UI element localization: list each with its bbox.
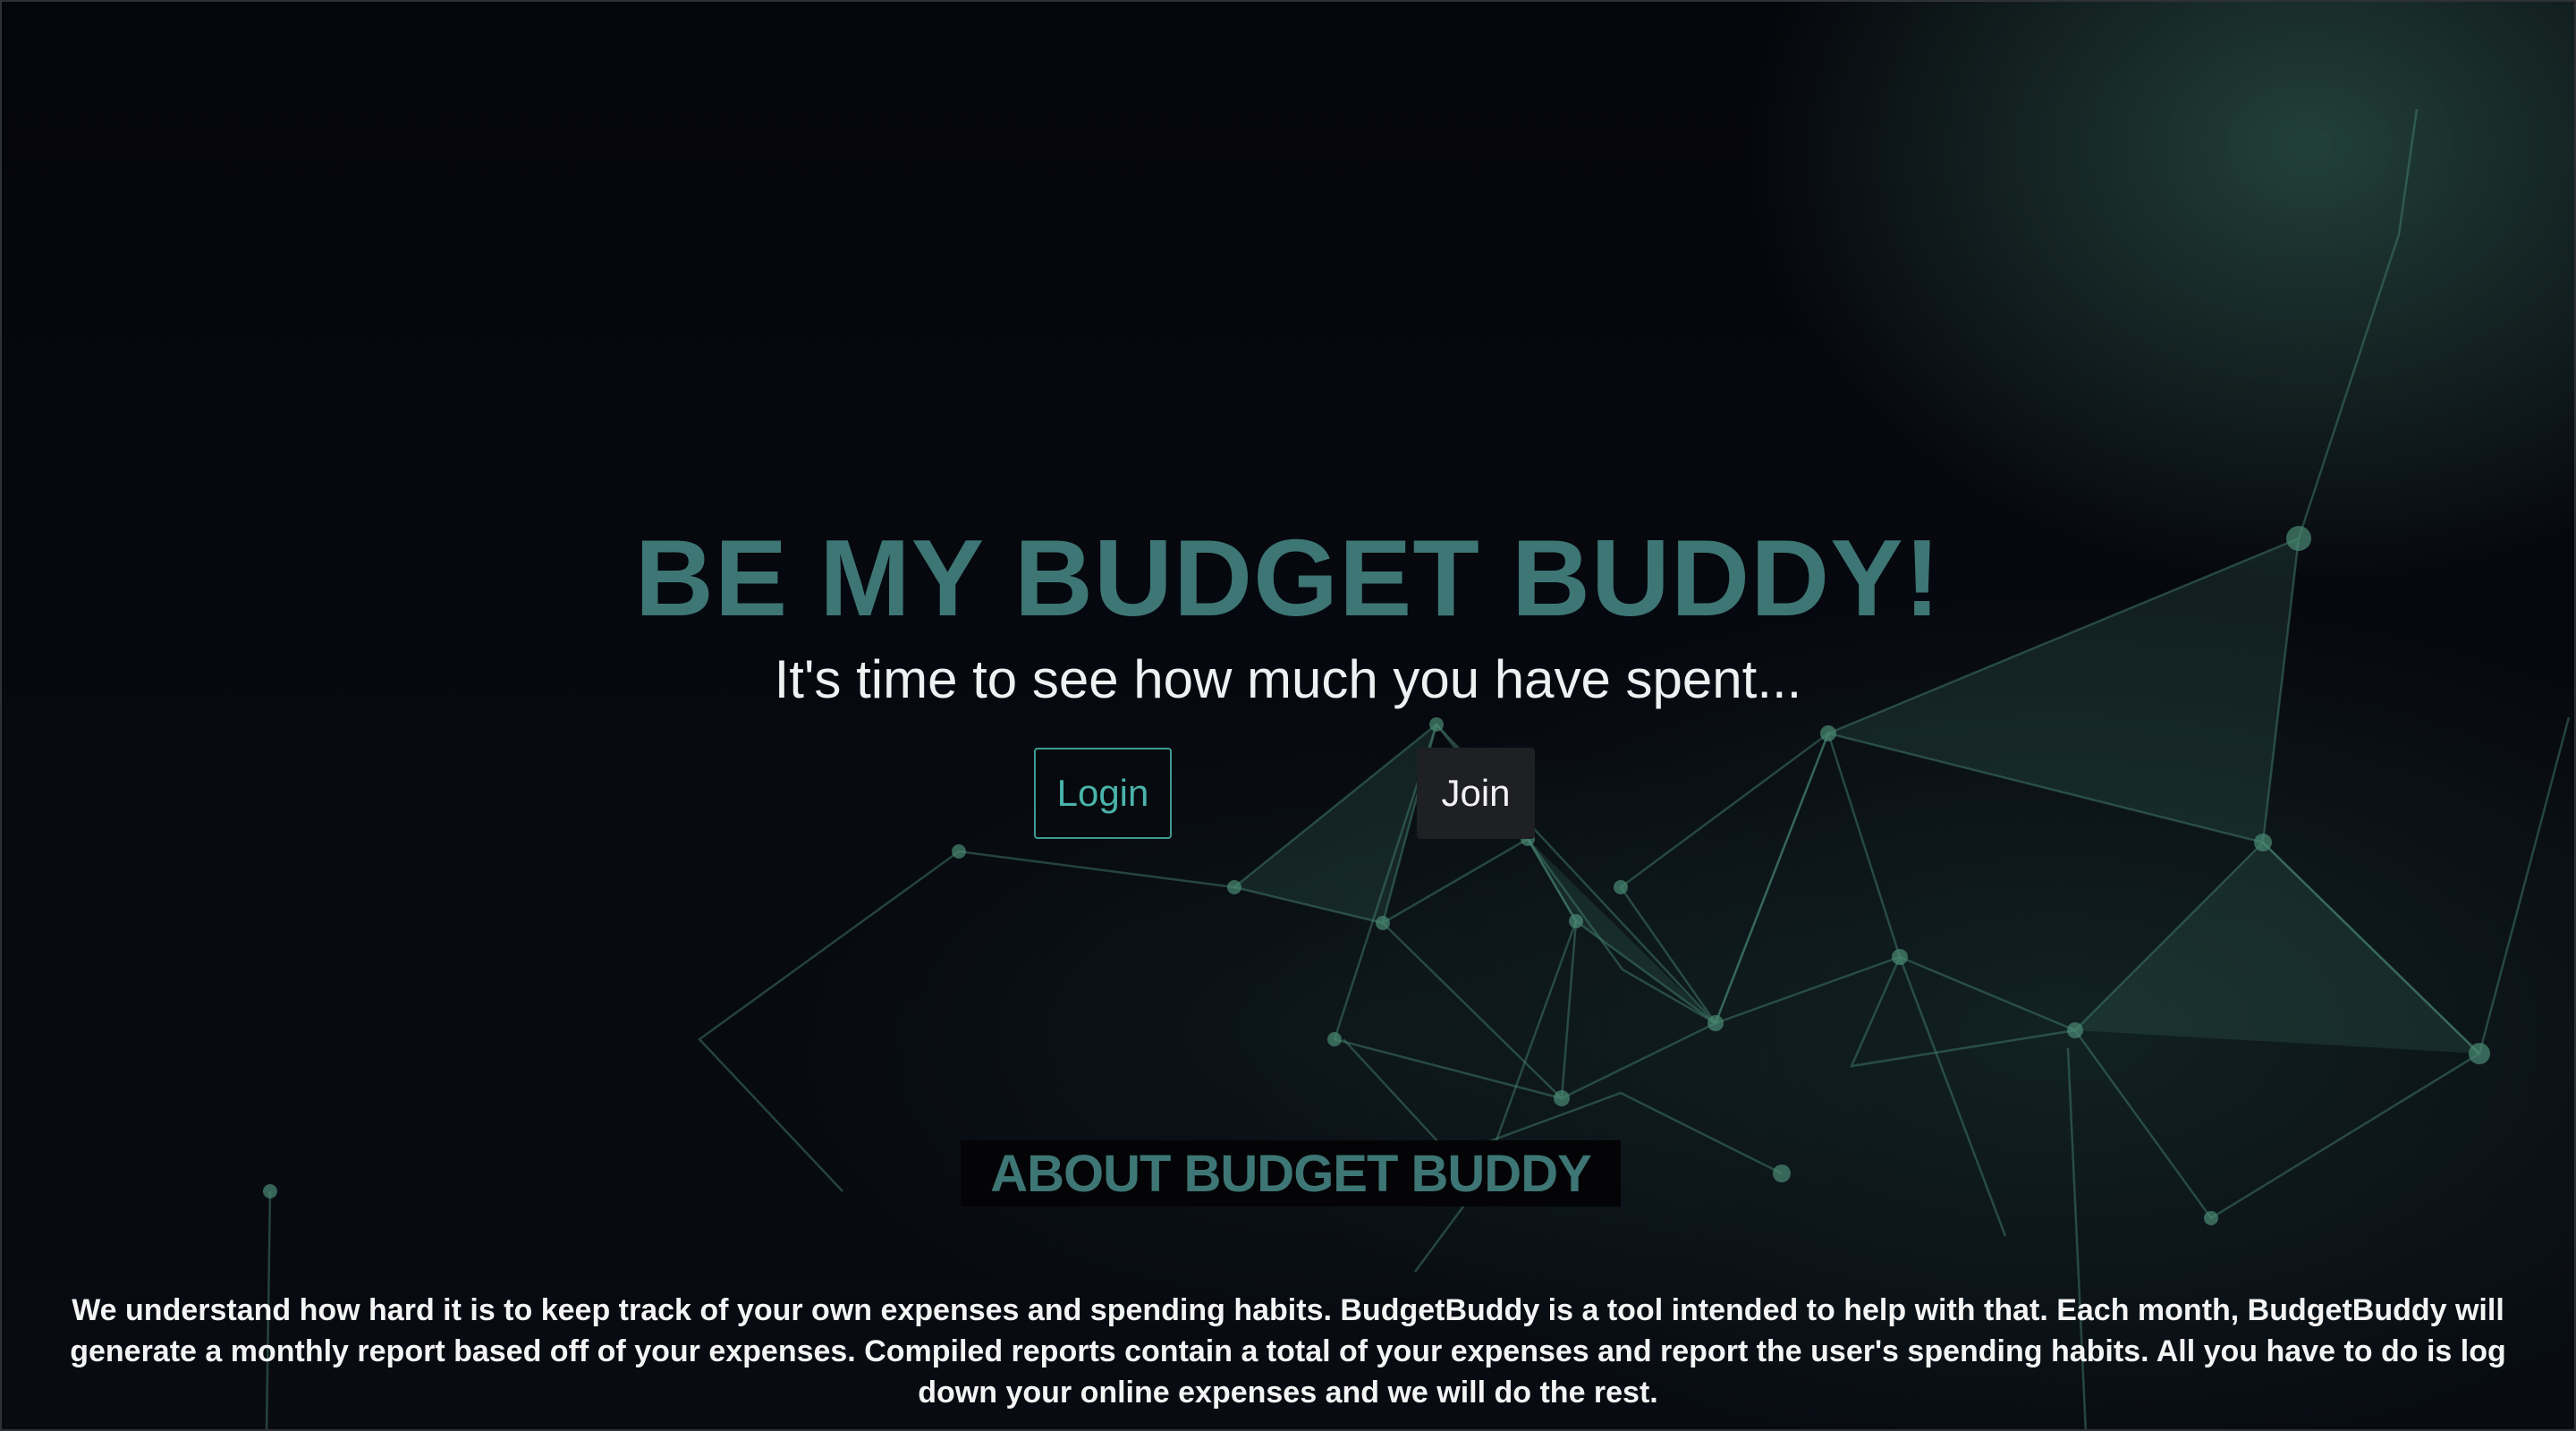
about-heading: ABOUT BUDGET BUDDY [961,1140,1621,1207]
network-background-graphic [263,108,2571,1429]
hero-subtitle: It's time to see how much you have spent… [774,649,1802,709]
landing-page: BE MY BUDGET BUDDY! It's time to see how… [0,0,2576,1431]
about-description: We understand how hard it is to keep tra… [70,1293,2506,1410]
hero-section: BE MY BUDGET BUDDY! It's time to see how… [2,512,2574,716]
join-button[interactable]: Join [1417,748,1535,839]
login-button[interactable]: Login [1034,748,1172,839]
hero-title: BE MY BUDGET BUDDY! [634,517,1942,639]
